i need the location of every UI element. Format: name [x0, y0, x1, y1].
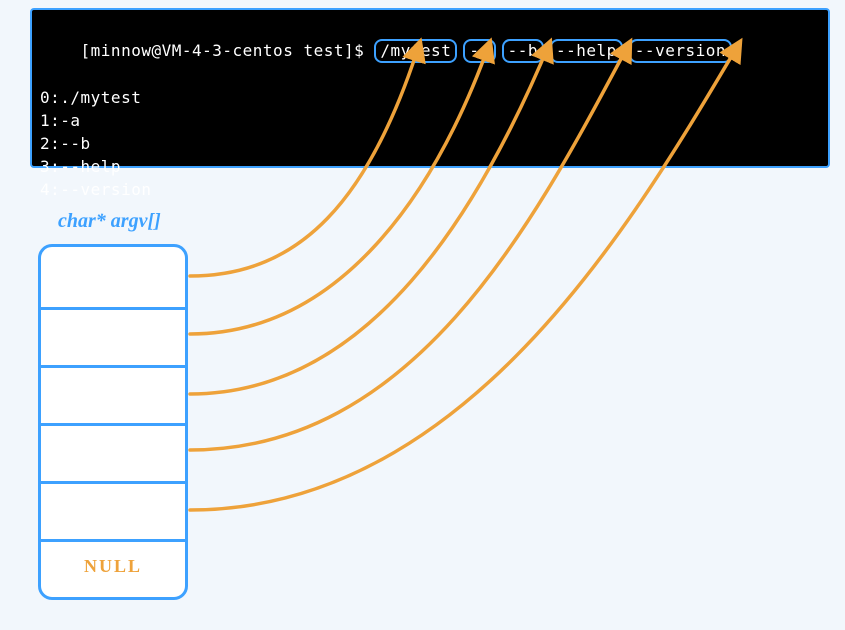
terminal-command-line: [minnow@VM-4-3-centos test]$ /mytest -a …: [40, 16, 820, 86]
argv-array-box: NULL: [38, 244, 188, 600]
argv-cell-2: [41, 365, 185, 423]
terminal-output-line: 3:--help: [40, 155, 820, 178]
cmd-token-3: --help: [550, 39, 623, 63]
command-tokens: /mytest -a --b --help --version: [374, 39, 732, 63]
argv-cell-4: [41, 481, 185, 539]
terminal-output-line: 1:-a: [40, 109, 820, 132]
cmd-token-4: --version: [629, 39, 732, 63]
argv-cell-1: [41, 307, 185, 365]
cmd-token-2: --b: [502, 39, 544, 63]
terminal-output-line: 0:./mytest: [40, 86, 820, 109]
cmd-token-0: /mytest: [374, 39, 457, 63]
cmd-token-1: -a: [463, 39, 495, 63]
terminal-output-line: 4:--version: [40, 178, 820, 201]
terminal-window: [minnow@VM-4-3-centos test]$ /mytest -a …: [30, 8, 830, 168]
argv-cell-0: [41, 247, 185, 307]
shell-prompt: [minnow@VM-4-3-centos test]$: [81, 41, 375, 60]
argv-array-label: char* argv[]: [58, 210, 161, 233]
terminal-output-line: 2:--b: [40, 132, 820, 155]
argv-cell-3: [41, 423, 185, 481]
argv-cell-null: NULL: [41, 539, 185, 595]
